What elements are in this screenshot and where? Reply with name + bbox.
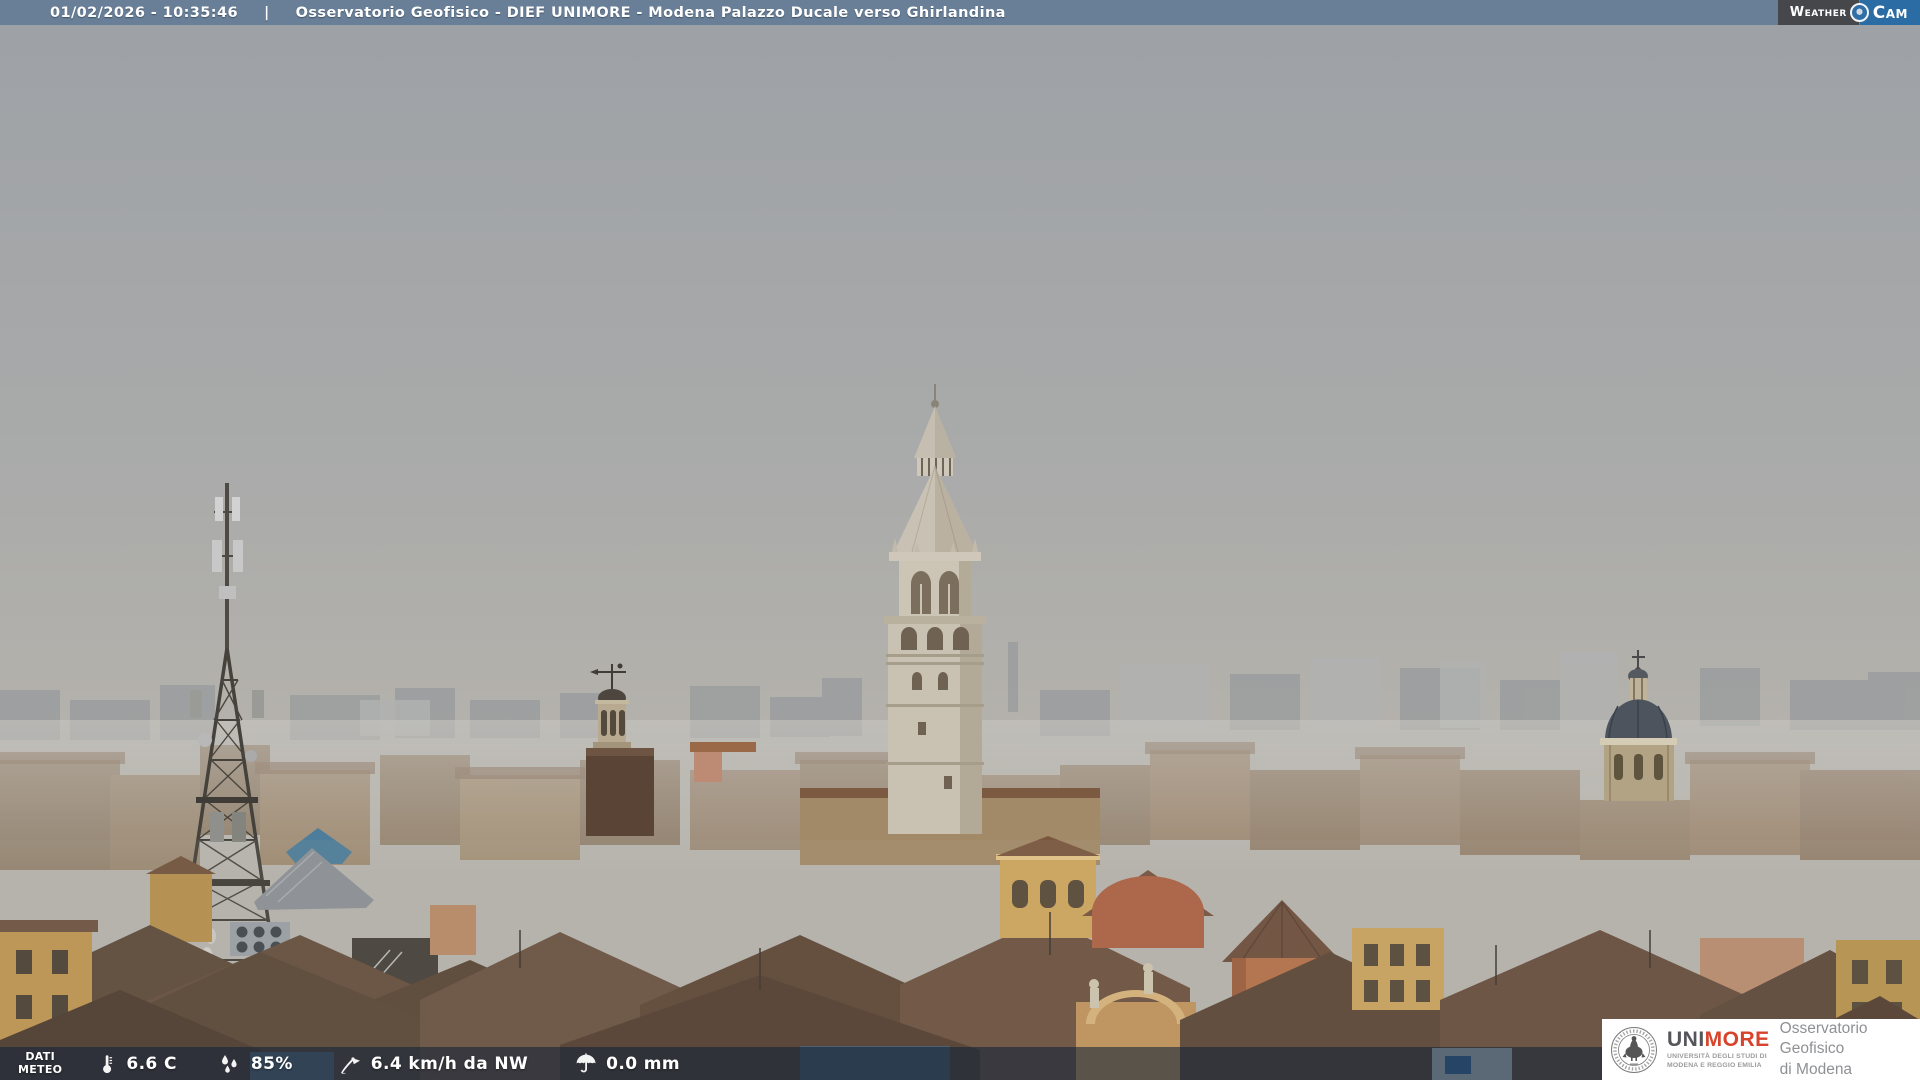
wind-icon: [337, 1052, 363, 1076]
camera-title: Osservatorio Geofisico - DIEF UNIMORE - …: [295, 4, 1006, 21]
unimore-wordmark: UNIMORE UNIVERSITÀ DEGLI STUDI DI MODENA…: [1667, 1029, 1770, 1071]
thermometer-icon: [96, 1052, 118, 1076]
rain-icon: [574, 1052, 598, 1076]
timestamp-text: 01/02/2026 - 10:35:46: [50, 4, 238, 21]
top-bar: 01/02/2026 - 10:35:46 | Osservatorio Geo…: [0, 0, 1920, 25]
weathercam-cam-label: Cam: [1859, 0, 1920, 25]
humidity-value: 85%: [250, 1053, 293, 1074]
dati-meteo-label: DATI METEO: [18, 1050, 63, 1076]
wind-value: 6.4 km/h da NW: [370, 1053, 529, 1074]
rain-item: 0.0 mm: [574, 1052, 680, 1076]
wind-item: 6.4 km/h da NW: [337, 1052, 528, 1076]
brand-more: MORE: [1704, 1027, 1770, 1051]
separator: |: [263, 4, 270, 21]
salmon-building: [694, 748, 722, 782]
humidity-item: 85%: [217, 1052, 293, 1076]
brand-uni: UNI: [1667, 1027, 1705, 1051]
unimore-subtitle: UNIVERSITÀ DEGLI STUDI DI MODENA E REGGI…: [1667, 1052, 1767, 1069]
weathercam-weather-label: Weather: [1777, 0, 1859, 25]
temperature-item: 6.6 C: [96, 1052, 177, 1076]
orange-roofline: [690, 742, 756, 752]
webcam-frame: 01/02/2026 - 10:35:46 | Osservatorio Geo…: [0, 0, 1920, 1080]
unimore-panel: UNIMORE UNIVERSITÀ DEGLI STUDI DI MODENA…: [1602, 1019, 1920, 1080]
rain-value: 0.0 mm: [606, 1053, 681, 1074]
humidity-icon: [217, 1052, 243, 1076]
weathercam-lens-icon: [1849, 3, 1869, 22]
temperature-value: 6.6 C: [126, 1053, 177, 1074]
observatory-name: Osservatorio Geofisico di Modena: [1779, 1020, 1868, 1078]
weathercam-logo: Weather Cam: [1777, 0, 1920, 25]
unimore-seal: [1610, 1026, 1658, 1074]
webcam-photo: [0, 0, 1920, 1080]
